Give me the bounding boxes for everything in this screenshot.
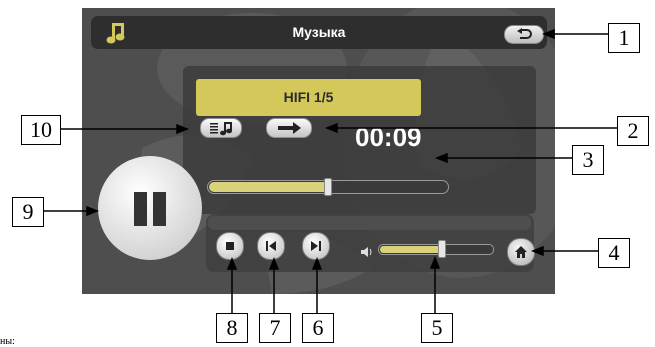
- volume-slider[interactable]: [378, 240, 494, 258]
- callout-6: 6: [302, 313, 334, 343]
- track-label: HIFI 1/5: [196, 79, 421, 116]
- progress-bar[interactable]: [207, 178, 449, 196]
- speaker-icon: [361, 247, 372, 257]
- callout-9: 9: [12, 197, 44, 227]
- playlist-button[interactable]: [200, 118, 242, 138]
- stop-icon: [226, 242, 234, 250]
- window-title: Музыка: [292, 24, 346, 40]
- next-button[interactable]: [302, 232, 330, 260]
- play-mode-button[interactable]: [266, 118, 312, 138]
- next-track-icon: [311, 241, 321, 251]
- playlist-icon: [210, 122, 232, 136]
- volume-knob[interactable]: [438, 240, 446, 258]
- home-button[interactable]: [507, 238, 535, 266]
- previous-button[interactable]: [257, 232, 285, 260]
- home-icon: [515, 246, 527, 258]
- player-screen: Музыка HIFI 1/5 00:09: [82, 8, 555, 294]
- return-arrow-icon: [517, 28, 532, 39]
- callout-8: 8: [216, 313, 248, 343]
- callout-3: 3: [572, 145, 604, 175]
- volume-fill: [380, 246, 442, 253]
- title-bar: Музыка: [91, 16, 547, 49]
- callout-2: 2: [617, 116, 649, 146]
- corner-text: ны:: [0, 336, 15, 347]
- stop-button[interactable]: [216, 232, 244, 260]
- pause-button[interactable]: [98, 156, 202, 260]
- callout-5: 5: [421, 313, 453, 343]
- elapsed-time: 00:09: [355, 122, 422, 152]
- progress-knob[interactable]: [324, 178, 332, 196]
- progress-fill: [209, 182, 328, 192]
- arrow-right-icon: [278, 122, 301, 134]
- callout-7: 7: [259, 313, 291, 343]
- back-button[interactable]: [504, 25, 544, 44]
- control-strip: [208, 216, 531, 230]
- callout-10: 10: [21, 115, 61, 145]
- callout-4: 4: [598, 238, 630, 268]
- previous-track-icon: [266, 241, 276, 251]
- callout-1: 1: [608, 23, 640, 53]
